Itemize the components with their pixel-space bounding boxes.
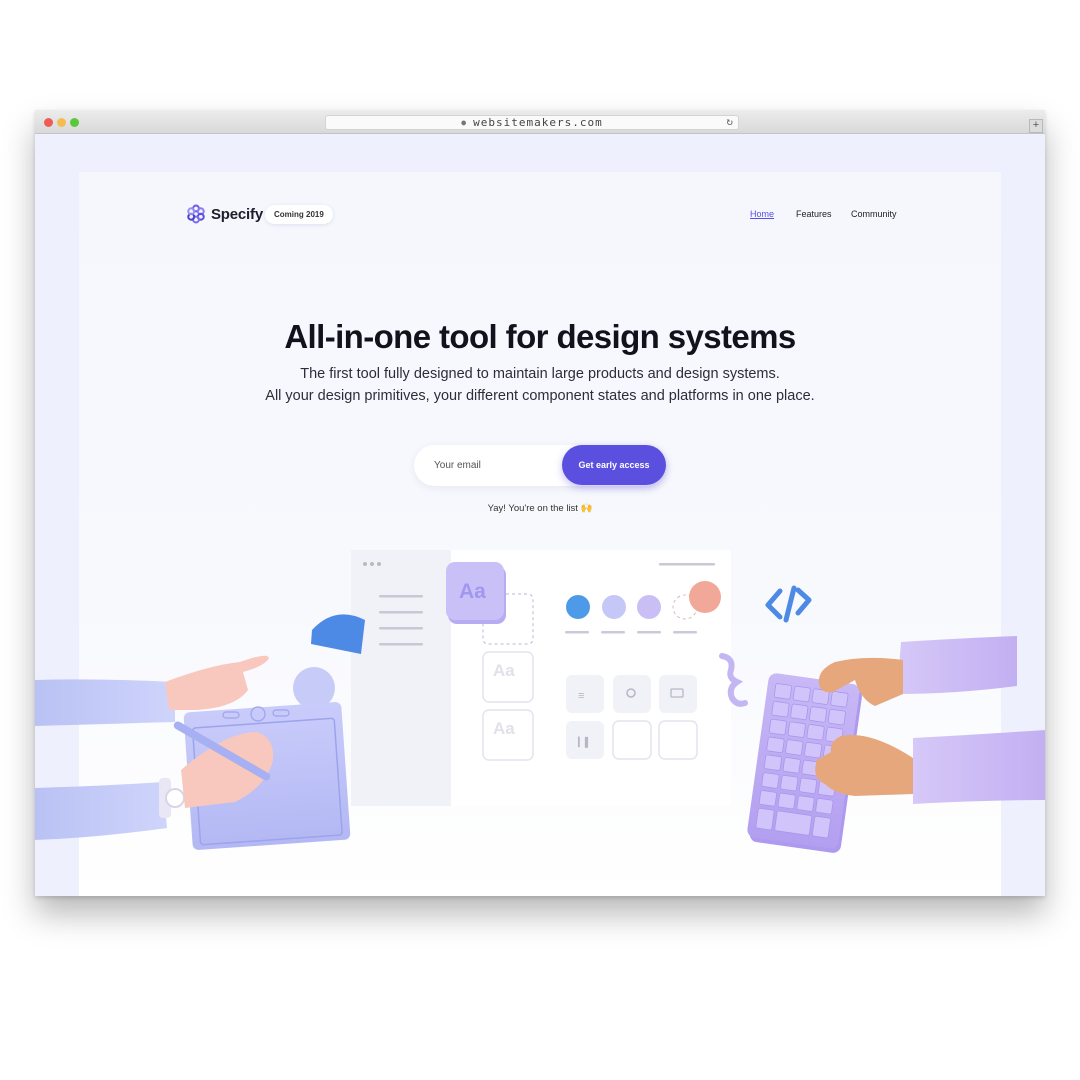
hero-subtitle-line-1: The first tool fully designed to maintai…: [300, 366, 780, 382]
maximize-window-button[interactable]: [70, 118, 79, 127]
hero-subtitle-line-2: All your design primitives, your differe…: [265, 388, 815, 404]
browser-titlebar: ● websitemakers.com ↻ +: [35, 110, 1045, 134]
specify-logo-icon: [187, 204, 205, 224]
swatch-violet: [637, 595, 661, 619]
minimize-window-button[interactable]: [57, 118, 66, 127]
close-window-button[interactable]: [44, 118, 53, 127]
swatch-blue: [566, 595, 590, 619]
typography-tile: Aa: [446, 562, 506, 624]
reload-icon[interactable]: ↻: [726, 115, 734, 128]
coming-soon-badge: Coming 2019: [265, 205, 333, 224]
swatch-lavender: [602, 595, 626, 619]
svg-text:Aa: Aa: [493, 661, 515, 680]
address-bar[interactable]: ● websitemakers.com ↻: [325, 115, 739, 130]
browser-window: ● websitemakers.com ↻ + Specify Coming 2…: [35, 110, 1045, 896]
nav-community-link[interactable]: Community: [851, 209, 897, 219]
chart-icon: ▎▌: [577, 736, 591, 748]
email-input[interactable]: [434, 457, 554, 474]
mock-app-window: Aa Aa ≡ ▎▌: [351, 550, 731, 806]
svg-text:Aa: Aa: [459, 580, 486, 603]
swatch-coral: [689, 581, 721, 613]
lock-icon: ●: [461, 118, 468, 127]
signup-form: Get early access: [414, 445, 666, 486]
list-icon: ≡: [578, 690, 584, 702]
brand-logo[interactable]: Specify: [185, 203, 263, 225]
hero-title: All-in-one tool for design systems: [284, 318, 796, 355]
brand-name: Specify: [211, 205, 263, 223]
new-tab-button[interactable]: +: [1029, 119, 1043, 133]
svg-text:Aa: Aa: [493, 719, 515, 738]
signup-confirmation: Yay! You're on the list 🙌: [487, 503, 593, 514]
url-text: websitemakers.com: [473, 116, 603, 129]
get-early-access-button[interactable]: Get early access: [562, 445, 666, 485]
nav-home-link[interactable]: Home: [750, 209, 774, 219]
nav-features-link[interactable]: Features: [796, 209, 832, 219]
